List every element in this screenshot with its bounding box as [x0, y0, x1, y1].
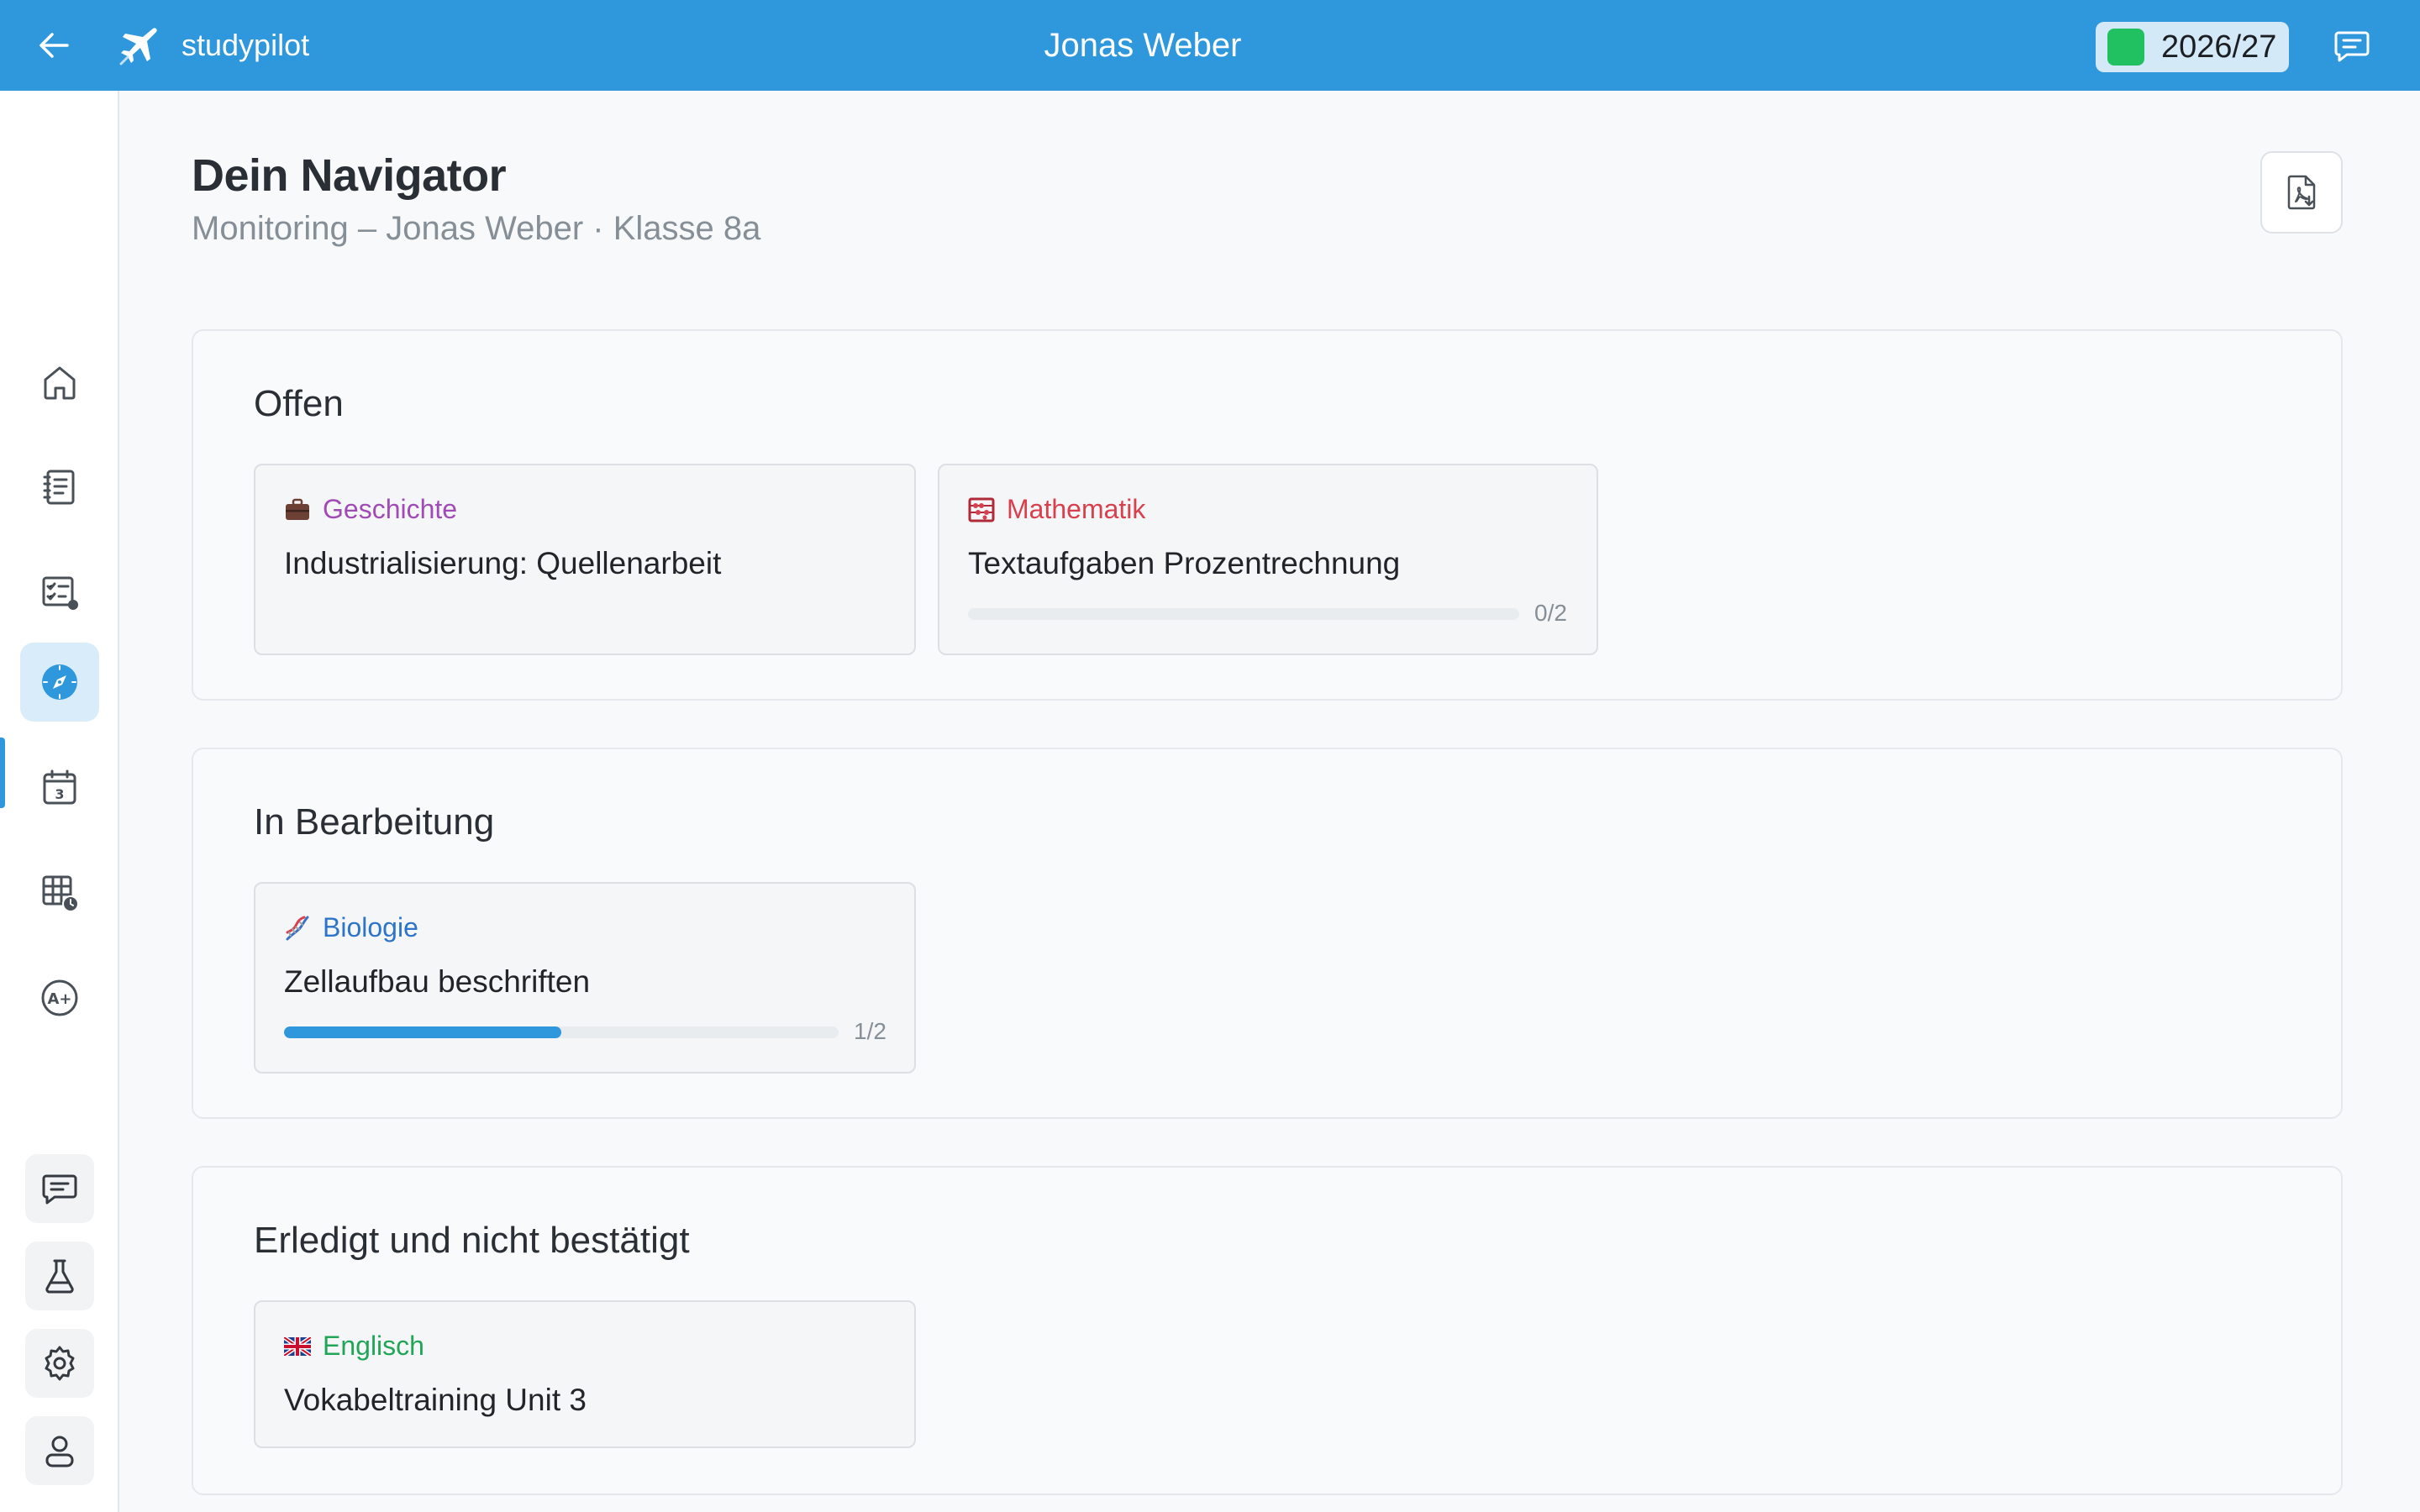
- checklist-icon: [42, 576, 78, 610]
- task-title: Vokabeltraining Unit 3: [284, 1383, 587, 1417]
- subject-name: Englisch: [323, 1331, 424, 1361]
- calendar-icon: 3: [43, 769, 76, 805]
- task-title: Industrialisierung: Quellenarbeit: [284, 546, 722, 580]
- home-icon: [44, 366, 76, 400]
- subject-name: Geschichte: [323, 494, 458, 524]
- profile-icon: [45, 1436, 74, 1467]
- task-card[interactable]: Englisch Vokabeltraining Unit 3: [254, 1300, 916, 1448]
- sidebar-item-tasks[interactable]: [20, 553, 99, 632]
- section-in-progress: In Bearbeitung Biologie Zellaufbau besch…: [192, 748, 2343, 1119]
- compass-icon: [42, 664, 77, 700]
- sidebar-item-timetable[interactable]: [20, 853, 99, 932]
- page-title: Dein Navigator: [192, 150, 507, 201]
- progress-bar: [284, 1026, 839, 1038]
- sidebar-item-home[interactable]: [20, 343, 99, 422]
- progress-label: 0/2: [1534, 600, 1567, 626]
- page-subtitle: Monitoring – Jonas Weber · Klasse 8a: [192, 210, 761, 247]
- abacus-icon: [968, 497, 995, 522]
- subject-label: Geschichte: [284, 494, 457, 525]
- airplane-logo-icon: [119, 28, 157, 66]
- sidebar-chat-button[interactable]: [25, 1154, 94, 1223]
- current-user-name: Jonas Weber: [1044, 27, 1242, 64]
- dna-icon: [286, 916, 309, 940]
- pdf-export-icon: [2287, 175, 2316, 210]
- sidebar: 3 A+: [0, 91, 119, 1512]
- grade-icon: A+: [41, 979, 78, 1016]
- school-year-color-dot: [2107, 29, 2144, 66]
- progress-bar: [968, 608, 1519, 620]
- subject-label: Englisch: [284, 1331, 424, 1362]
- subject-name: Biologie: [323, 912, 418, 942]
- sidebar-item-notebook[interactable]: [20, 448, 99, 527]
- progress-bar-fill: [284, 1026, 561, 1038]
- sidebar-item-grades[interactable]: A+: [20, 958, 99, 1037]
- school-year-label: 2026/27: [2161, 29, 2277, 65]
- chat-icon: [42, 1174, 77, 1205]
- timetable-icon: [42, 875, 79, 912]
- subject-label: Biologie: [284, 912, 418, 943]
- subject-label: Mathematik: [968, 494, 1145, 525]
- settings-icon: [45, 1346, 75, 1381]
- section-title: Erledigt und nicht bestätigt: [254, 1220, 690, 1261]
- task-card[interactable]: Mathematik Textaufgaben Prozentrechnung …: [938, 464, 1598, 655]
- uk-flag-icon: [284, 1336, 311, 1356]
- section-done-unconfirmed: Erledigt und nicht bestätigt Englisch Vo…: [192, 1166, 2343, 1495]
- task-card[interactable]: Biologie Zellaufbau beschriften 1/2: [254, 882, 916, 1074]
- calendar-day-text: 3: [55, 786, 64, 802]
- section-title: In Bearbeitung: [254, 801, 495, 843]
- active-nav-marker: [0, 738, 5, 808]
- subject-name: Mathematik: [1007, 494, 1146, 524]
- task-title: Zellaufbau beschriften: [284, 964, 591, 999]
- task-title: Textaufgaben Prozentrechnung: [968, 546, 1401, 580]
- flask-icon: [45, 1259, 74, 1294]
- brand-name: studypilot: [182, 28, 310, 62]
- sidebar-settings-button[interactable]: [25, 1329, 94, 1398]
- brand[interactable]: studypilot: [116, 22, 309, 69]
- sidebar-item-navigator[interactable]: [20, 643, 99, 722]
- section-open: Offen Geschichte Industrialisierung: Que…: [192, 329, 2343, 701]
- export-pdf-button[interactable]: [2260, 151, 2343, 234]
- messages-icon[interactable]: [2333, 27, 2371, 66]
- task-card[interactable]: Geschichte Industrialisierung: Quellenar…: [254, 464, 916, 655]
- top-bar: studypilot Jonas Weber 2026/27: [0, 0, 2420, 91]
- grade-icon-text: A+: [47, 990, 71, 1008]
- sidebar-lab-button[interactable]: [25, 1242, 94, 1310]
- school-year-selector[interactable]: 2026/27: [2096, 22, 2289, 72]
- briefcase-icon: [286, 498, 309, 520]
- sidebar-item-calendar[interactable]: 3: [20, 748, 99, 827]
- back-arrow-icon[interactable]: [34, 25, 74, 66]
- sidebar-profile-button[interactable]: [25, 1416, 94, 1485]
- section-title: Offen: [254, 383, 344, 424]
- progress-label: 1/2: [854, 1018, 886, 1044]
- notebook-icon: [43, 470, 75, 505]
